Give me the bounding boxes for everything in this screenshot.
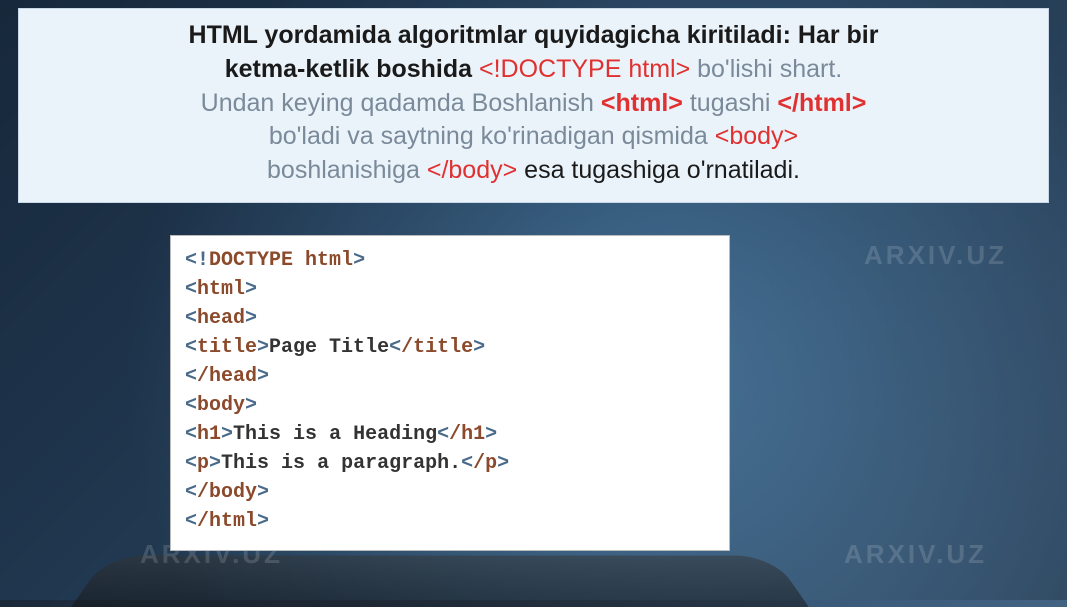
info-line2b: bo'lishi shart. <box>690 55 842 83</box>
angle-bracket: < <box>185 481 197 504</box>
angle-bracket: < <box>461 452 473 475</box>
code-tag: title <box>197 336 257 359</box>
code-tag: /h1 <box>449 423 485 446</box>
angle-bracket: < <box>185 452 197 475</box>
angle-bracket: > <box>245 307 257 330</box>
angle-bracket: > <box>209 452 221 475</box>
angle-bracket: < <box>185 336 197 359</box>
code-tag: p <box>197 452 209 475</box>
angle-bracket: > <box>485 423 497 446</box>
code-space <box>293 249 305 272</box>
info-line4a: bo'ladi va saytning ko'rinadigan qismida <box>269 122 715 150</box>
angle-bracket: > <box>353 249 365 272</box>
info-line1: HTML yordamida algoritmlar quyidagicha k… <box>189 21 879 49</box>
code-line: <!DOCTYPE html> <box>185 246 715 275</box>
code-tag: /body <box>197 481 257 504</box>
code-line: <h1>This is a Heading</h1> <box>185 420 715 449</box>
code-line: <p>This is a paragraph.</p> <box>185 449 715 478</box>
angle-bracket: > <box>221 423 233 446</box>
info-doctype: <!DOCTYPE html> <box>479 55 690 83</box>
angle-bracket: < <box>185 307 197 330</box>
info-line3a: Undan keying qadamda Boshlanish <box>201 89 601 117</box>
info-line2a: ketma-ketlik boshida <box>225 55 479 83</box>
angle-bracket: < <box>437 423 449 446</box>
angle-bracket: > <box>257 510 269 533</box>
code-line: <title>Page Title</title> <box>185 333 715 362</box>
angle-bracket: < <box>185 278 197 301</box>
info-line5b: esa tugashiga o'rnatiladi. <box>517 156 800 184</box>
code-line: </body> <box>185 478 715 507</box>
angle-bracket: > <box>257 365 269 388</box>
code-panel: <!DOCTYPE html> <html> <head> <title>Pag… <box>170 235 730 551</box>
tablet-edge-graphic <box>71 556 809 607</box>
info-panel: HTML yordamida algoritmlar quyidagicha k… <box>18 8 1049 203</box>
angle-bracket: > <box>497 452 509 475</box>
angle-bracket: > <box>257 481 269 504</box>
angle-bracket: > <box>257 336 269 359</box>
angle-bracket: > <box>245 394 257 417</box>
info-line3b: tugashi <box>683 89 778 117</box>
code-line: <html> <box>185 275 715 304</box>
info-body-close: </body> <box>427 156 517 184</box>
angle-bracket: < <box>185 510 197 533</box>
code-tag: h1 <box>197 423 221 446</box>
code-line: <head> <box>185 304 715 333</box>
code-tag: /p <box>473 452 497 475</box>
angle-bracket: > <box>473 336 485 359</box>
code-line: <body> <box>185 391 715 420</box>
code-tag: /head <box>197 365 257 388</box>
info-line5a: boshlanishiga <box>267 156 427 184</box>
code-tag: /html <box>197 510 257 533</box>
angle-bracket: > <box>245 278 257 301</box>
angle-bracket: < <box>185 394 197 417</box>
code-tag: /title <box>401 336 473 359</box>
code-line: </head> <box>185 362 715 391</box>
code-doctype: DOCTYPE <box>209 249 293 272</box>
angle-bracket: < <box>389 336 401 359</box>
code-tag: head <box>197 307 245 330</box>
code-line: </html> <box>185 507 715 536</box>
code-text: Page Title <box>269 336 389 359</box>
code-text: This is a Heading <box>233 423 437 446</box>
info-html-close: </html> <box>777 89 866 117</box>
angle-bracket: < <box>185 365 197 388</box>
angle-bracket: < <box>185 423 197 446</box>
info-body-open: <body> <box>715 122 798 150</box>
code-tag: body <box>197 394 245 417</box>
code-text: This is a paragraph. <box>221 452 461 475</box>
info-html-open: <html> <box>601 89 683 117</box>
code-html-kw: html <box>305 249 353 272</box>
angle-bracket: <! <box>185 249 209 272</box>
code-tag: html <box>197 278 245 301</box>
